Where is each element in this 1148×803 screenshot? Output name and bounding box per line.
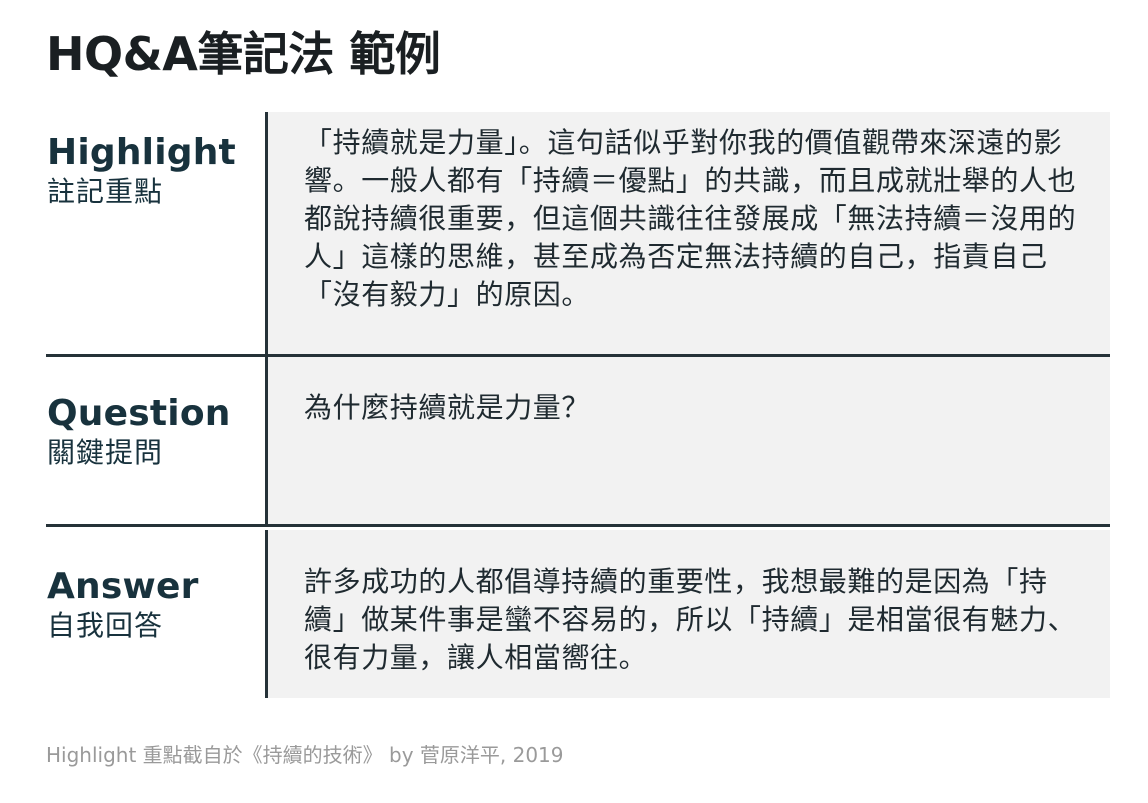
highlight-content: 「持續就是力量」。這句話似乎對你我的價值觀帶來深遠的影響。一般人都有「持續＝優點… <box>268 112 1110 354</box>
page-title: HQ&A筆記法 範例 <box>46 27 441 81</box>
question-content: 為什麼持續就是力量？ <box>268 357 1110 527</box>
hqa-table: Highlight 註記重點 「持續就是力量」。這句話似乎對你我的價值觀帶來深遠… <box>46 112 1110 698</box>
source-footnote: Highlight 重點截自於《持續的技術》 by 菅原洋平, 2019 <box>46 743 564 767</box>
highlight-row: Highlight 註記重點 「持續就是力量」。這句話似乎對你我的價值觀帶來深遠… <box>46 112 1110 354</box>
answer-label-zh: 自我回答 <box>47 609 164 642</box>
question-row: Question 關鍵提問 為什麼持續就是力量？ <box>46 357 1110 527</box>
question-label: Question 關鍵提問 <box>46 357 265 527</box>
question-label-en: Question <box>47 393 231 434</box>
answer-row: Answer 自我回答 許多成功的人都倡導持續的重要性，我想最難的是因為「持續」… <box>46 530 1110 698</box>
highlight-label: Highlight 註記重點 <box>46 112 265 354</box>
answer-label-en: Answer <box>47 566 199 607</box>
row-divider <box>46 524 1110 527</box>
highlight-label-zh: 註記重點 <box>47 175 164 208</box>
answer-content: 許多成功的人都倡導持續的重要性，我想最難的是因為「持續」做某件事是蠻不容易的，所… <box>268 530 1110 698</box>
highlight-label-en: Highlight <box>47 132 236 173</box>
question-label-zh: 關鍵提問 <box>47 436 164 469</box>
answer-label: Answer 自我回答 <box>46 530 265 698</box>
